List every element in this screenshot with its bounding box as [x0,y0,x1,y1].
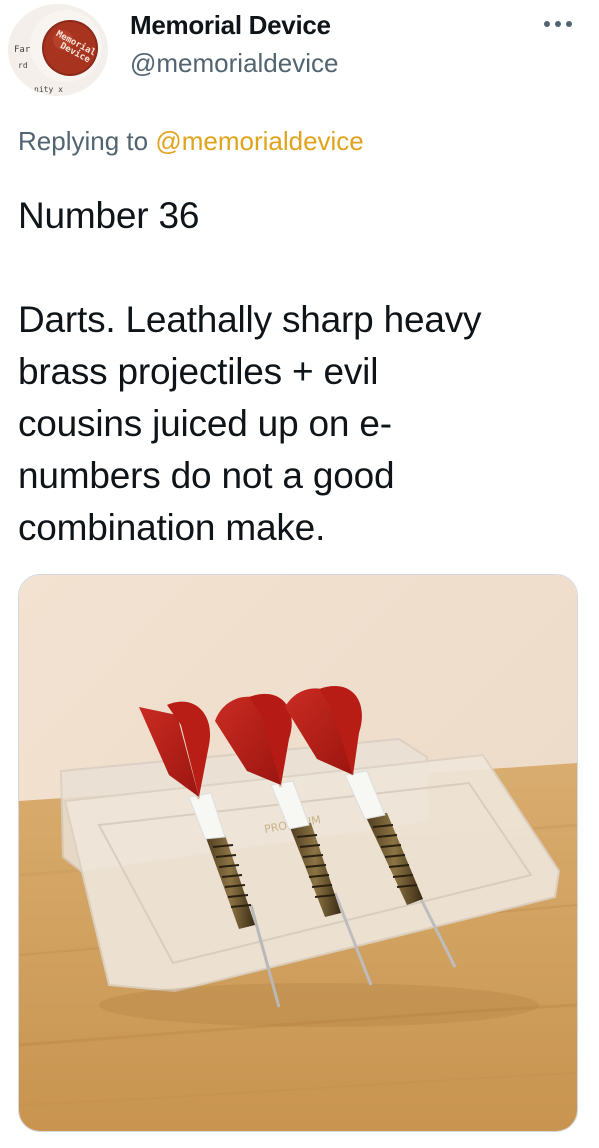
avatar-text-far: Far [14,45,31,55]
tweet-photo[interactable]: PROCLAIM [18,574,578,1132]
author-handle[interactable]: @memorialdevice [130,48,338,79]
replying-prefix: Replying to [18,126,156,156]
avatar[interactable]: Memorial Device Far rd nity x [8,4,108,96]
badge-avatar: Memorial Device Far rd nity x [8,4,108,96]
reply-mention-link[interactable]: @memorialdevice [155,126,363,156]
tweet-text: Number 36 Darts. Leathally sharp heavy b… [18,195,482,548]
more-options-button[interactable] [536,6,580,42]
author-display-name[interactable]: Memorial Device [130,10,331,41]
tweet: Memorial Device Far rd nity x Memorial D… [0,0,599,1148]
darts-photo: PROCLAIM [19,575,577,1131]
replying-to: Replying to @memorialdevice [18,126,364,157]
more-horizontal-icon [544,21,572,27]
avatar-text-rd: rd [18,61,28,70]
avatar-text-nity: nity x [34,85,63,94]
